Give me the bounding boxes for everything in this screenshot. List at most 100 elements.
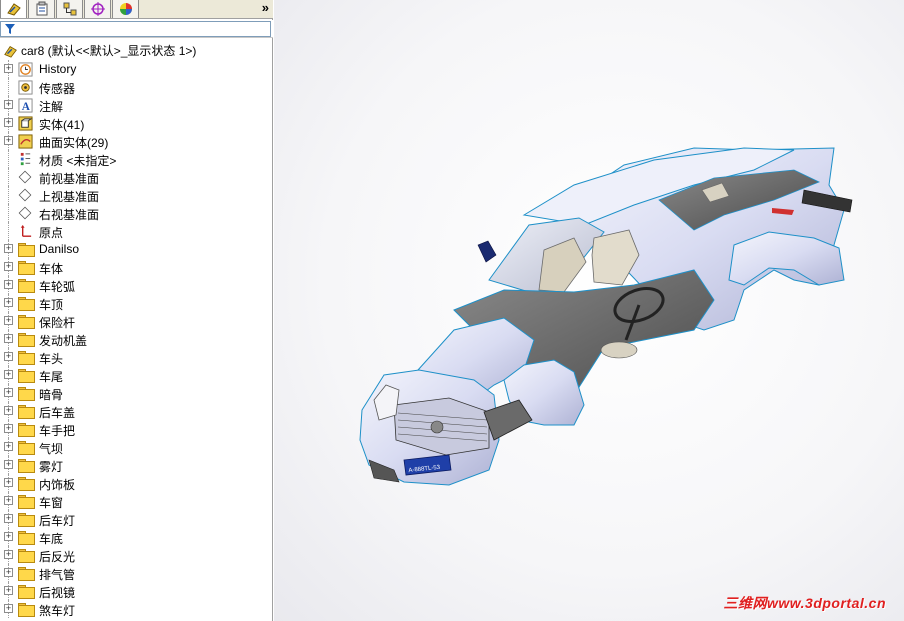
expand-node-button[interactable]: + bbox=[4, 550, 13, 559]
tree-item[interactable]: + 气坝 bbox=[0, 438, 272, 456]
expand-tabs-button[interactable]: » bbox=[262, 0, 269, 15]
tree-root-part[interactable]: car8 (默认<<默认>_显示状态 1>) bbox=[4, 42, 196, 59]
tree-item[interactable]: + 发动机盖 bbox=[0, 330, 272, 348]
tree-item[interactable]: + 排气管 bbox=[0, 564, 272, 582]
tree-connector-line bbox=[8, 204, 9, 222]
tree-filter-input[interactable] bbox=[0, 21, 271, 37]
tab-featuremanager[interactable] bbox=[0, 0, 27, 18]
tree-item[interactable]: + 车尾 bbox=[0, 366, 272, 384]
expand-node-button[interactable]: + bbox=[4, 136, 13, 145]
expand-node-button[interactable]: + bbox=[4, 496, 13, 505]
tab-propertymanager[interactable] bbox=[28, 0, 55, 18]
tree-item[interactable]: 前视基准面 bbox=[0, 168, 272, 186]
expand-node-button[interactable]: + bbox=[4, 532, 13, 541]
folder-icon bbox=[17, 331, 35, 347]
tree-item-label: 车手把 bbox=[39, 424, 76, 438]
tree-item-label: 后视镜 bbox=[39, 586, 76, 600]
tree-item[interactable]: + 煞车灯 bbox=[0, 600, 272, 618]
tree-connector-line bbox=[8, 168, 9, 186]
tree-item-label: 实体(41) bbox=[39, 118, 85, 132]
expand-node-button[interactable]: + bbox=[4, 334, 13, 343]
tree-item[interactable]: + 实体(41) bbox=[0, 114, 272, 132]
tree-item-label: 后车盖 bbox=[39, 406, 76, 420]
expand-node-button[interactable]: + bbox=[4, 406, 13, 415]
expand-node-button[interactable]: + bbox=[4, 586, 13, 595]
tree-item[interactable]: 上视基准面 bbox=[0, 186, 272, 204]
tree-item[interactable]: 材质 <未指定> bbox=[0, 150, 272, 168]
expand-node-button[interactable]: + bbox=[4, 604, 13, 613]
expand-node-button[interactable]: + bbox=[4, 280, 13, 289]
tree-item[interactable]: + 曲面实体(29) bbox=[0, 132, 272, 150]
tree-item[interactable]: 右视基准面 bbox=[0, 204, 272, 222]
panel-tab-bar: » bbox=[0, 0, 273, 19]
tree-item-label: 传感器 bbox=[39, 82, 76, 96]
plane-icon bbox=[17, 169, 33, 185]
filter-icon bbox=[5, 24, 15, 37]
car-model-view[interactable]: A-888TL-53 bbox=[274, 0, 904, 621]
tree-item[interactable]: + 后车盖 bbox=[0, 402, 272, 420]
expand-node-button[interactable]: + bbox=[4, 424, 13, 433]
graphics-viewport[interactable]: A-888TL-53 三维网www.3dportal.cn bbox=[274, 0, 904, 621]
folder-icon bbox=[17, 511, 35, 527]
sensor-icon bbox=[17, 79, 33, 95]
tree-connector-line bbox=[8, 150, 9, 168]
tree-item[interactable]: + 内饰板 bbox=[0, 474, 272, 492]
expand-node-button[interactable]: + bbox=[4, 514, 13, 523]
folder-icon bbox=[17, 529, 35, 545]
material-icon bbox=[17, 151, 33, 167]
plane-icon bbox=[17, 187, 33, 203]
tree-item[interactable]: + 后车灯 bbox=[0, 510, 272, 528]
history-icon bbox=[17, 61, 33, 77]
expand-node-button[interactable]: + bbox=[4, 244, 13, 253]
expand-node-button[interactable]: + bbox=[4, 100, 13, 109]
tab-displaymanager[interactable] bbox=[112, 0, 139, 18]
expand-node-button[interactable]: + bbox=[4, 370, 13, 379]
folder-icon bbox=[17, 241, 35, 257]
tree-item[interactable]: 原点 bbox=[0, 222, 272, 240]
expand-node-button[interactable]: + bbox=[4, 388, 13, 397]
expand-node-button[interactable]: + bbox=[4, 568, 13, 577]
tree-item[interactable]: + A 注解 bbox=[0, 96, 272, 114]
folder-icon bbox=[17, 277, 35, 293]
tree-item[interactable]: + 车手把 bbox=[0, 420, 272, 438]
tree-filter-row bbox=[0, 20, 273, 38]
folder-icon bbox=[17, 259, 35, 275]
tree-item[interactable]: + 暗骨 bbox=[0, 384, 272, 402]
tree-item[interactable]: + 后反光 bbox=[0, 546, 272, 564]
part-icon bbox=[4, 45, 17, 58]
expand-node-button[interactable]: + bbox=[4, 262, 13, 271]
expand-node-button[interactable]: + bbox=[4, 298, 13, 307]
expand-node-button[interactable]: + bbox=[4, 118, 13, 127]
expand-node-button[interactable]: + bbox=[4, 460, 13, 469]
tree-item-label: 车尾 bbox=[39, 370, 64, 384]
expand-node-button[interactable]: + bbox=[4, 442, 13, 451]
tree-item[interactable]: + 车体 bbox=[0, 258, 272, 276]
folder-icon bbox=[17, 421, 35, 437]
tree-item[interactable]: + 雾灯 bbox=[0, 456, 272, 474]
tree-item[interactable]: + 车底 bbox=[0, 528, 272, 546]
folder-icon bbox=[17, 295, 35, 311]
tree-item[interactable]: 传感器 bbox=[0, 78, 272, 96]
expand-node-button[interactable]: + bbox=[4, 478, 13, 487]
folder-icon bbox=[17, 349, 35, 365]
tree-item[interactable]: + History bbox=[0, 60, 272, 78]
tree-connector-line bbox=[8, 222, 9, 240]
tree-item[interactable]: + 车窗 bbox=[0, 492, 272, 510]
tab-configurationmanager[interactable] bbox=[56, 0, 83, 18]
tree-item[interactable]: + 车头 bbox=[0, 348, 272, 366]
expand-node-button[interactable]: + bbox=[4, 316, 13, 325]
dimxpert-icon bbox=[90, 2, 105, 16]
tree-item[interactable]: + 后视镜 bbox=[0, 582, 272, 600]
expand-node-button[interactable]: + bbox=[4, 352, 13, 361]
tree-item[interactable]: + 车轮弧 bbox=[0, 276, 272, 294]
tab-dimxpert[interactable] bbox=[84, 0, 111, 18]
tree-item-label: 后反光 bbox=[39, 550, 76, 564]
folder-icon bbox=[17, 313, 35, 329]
tree-item-label: 右视基准面 bbox=[39, 208, 100, 222]
tree-item[interactable]: + 车顶 bbox=[0, 294, 272, 312]
tree-item[interactable]: + 保险杆 bbox=[0, 312, 272, 330]
folder-icon bbox=[17, 601, 35, 617]
folder-icon bbox=[17, 547, 35, 563]
tree-item[interactable]: + Danilso bbox=[0, 240, 272, 258]
expand-node-button[interactable]: + bbox=[4, 64, 13, 73]
